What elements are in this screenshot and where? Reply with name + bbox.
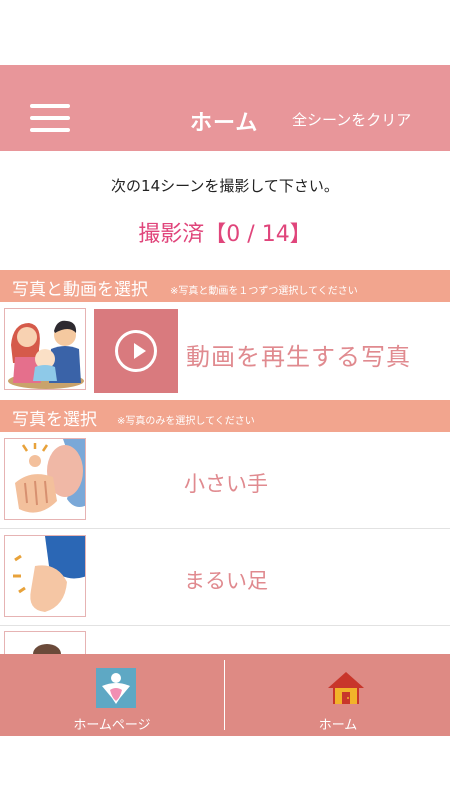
instruction-text: 次の14シーンを撮影して下さい。: [111, 177, 339, 195]
homepage-icon: [96, 668, 136, 708]
app-header: ホーム 全シーンをクリア: [0, 65, 450, 151]
round-foot-thumbnail: [4, 535, 86, 617]
baby-hand-illustration: [5, 439, 85, 519]
section-title: 写真と動画を選択: [12, 280, 148, 300]
section-note: ※写真のみを選択してください: [117, 416, 255, 427]
next-scene-thumbnail[interactable]: [4, 631, 86, 654]
bottom-navigation: ホームページ ホーム: [0, 654, 450, 736]
family-photo-thumbnail[interactable]: [4, 308, 86, 390]
status-bar-area: [0, 0, 450, 65]
scene-row-small-hand[interactable]: 小さい手: [0, 432, 450, 528]
play-icon: [115, 330, 157, 372]
progress-counter: 撮影済【0 / 14】: [138, 222, 312, 247]
scene-row-round-foot[interactable]: まるい足: [0, 529, 450, 625]
section-header-photo: 写真を選択 ※写真のみを選択してください: [0, 400, 450, 432]
nav-homepage-button[interactable]: ホームページ: [0, 654, 224, 736]
family-illustration: [5, 309, 85, 389]
nav-home-label: ホーム: [318, 718, 358, 733]
scene-label: まるい足: [184, 569, 268, 593]
video-photo-label: 動画を再生する写真: [186, 343, 411, 371]
section-header-photo-video: 写真と動画を選択 ※写真と動画を１つずつ選択してください: [0, 270, 450, 302]
small-hand-thumbnail: [4, 438, 86, 520]
hamburger-menu-icon[interactable]: [30, 104, 70, 134]
clear-all-scenes-button[interactable]: 全シーンをクリア: [292, 109, 411, 130]
play-video-button[interactable]: [94, 309, 178, 393]
nav-homepage-label: ホームページ: [73, 718, 151, 733]
home-icon: [326, 668, 366, 708]
page-title: ホーム: [190, 111, 259, 136]
nav-separator: [224, 660, 225, 730]
nav-home-button[interactable]: ホーム: [226, 654, 450, 736]
row-divider: [0, 625, 450, 626]
baby-foot-illustration: [5, 536, 85, 616]
scene-label: 小さい手: [184, 472, 268, 496]
section-note: ※写真と動画を１つずつ選択してください: [170, 286, 358, 297]
section-title: 写真を選択: [12, 410, 97, 430]
